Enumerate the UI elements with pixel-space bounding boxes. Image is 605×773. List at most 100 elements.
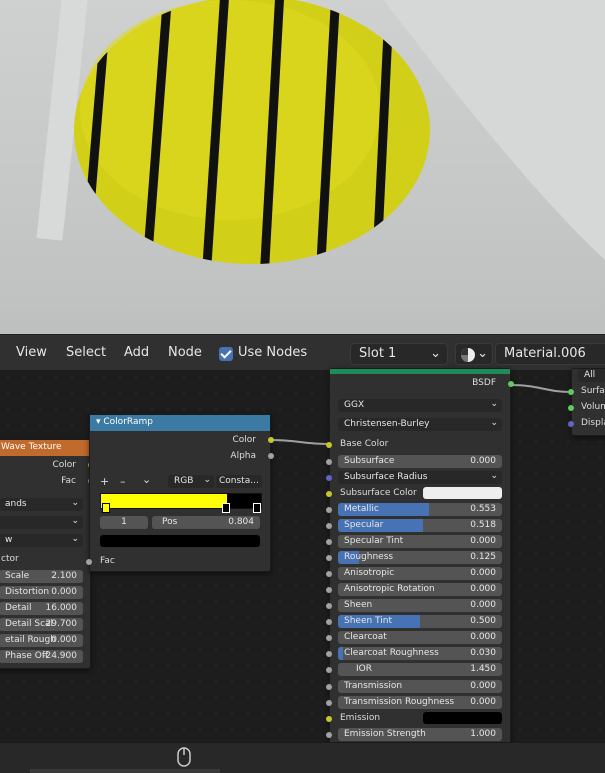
colorramp-alpha-socket[interactable]: [268, 453, 274, 459]
bsdf-value-field[interactable]: Clearcoat Roughness 0.030: [338, 647, 502, 660]
wave-profile-dropdown[interactable]: w ⌄: [0, 534, 83, 547]
row-value: 0.000: [470, 536, 496, 546]
bsdf-value-field[interactable]: Specular 0.518: [338, 519, 502, 532]
bsdf-value-field[interactable]: Sheen 0.000: [338, 599, 502, 612]
wave-type-dropdown[interactable]: ands ⌄: [0, 498, 83, 511]
bsdf-input-socket[interactable]: [326, 619, 332, 625]
color-ramp-bar[interactable]: [100, 493, 262, 509]
bsdf-value-field[interactable]: Sheen Tint 0.500: [338, 615, 502, 628]
bsdf-node-header: [330, 369, 510, 374]
bsdf-input-socket[interactable]: [326, 523, 332, 529]
menu-select[interactable]: Select: [66, 345, 106, 360]
colorramp-fac-socket[interactable]: [86, 559, 92, 565]
bsdf-value-field[interactable]: Clearcoat 0.000: [338, 631, 502, 644]
stop-index-field[interactable]: 1: [100, 516, 148, 529]
bsdf-value-field[interactable]: Specular Tint 0.000: [338, 535, 502, 548]
bsdf-input-socket[interactable]: [326, 587, 332, 593]
output-volume-socket[interactable]: [568, 405, 574, 411]
wave-type-value: ands: [5, 499, 27, 509]
bsdf-value-field[interactable]: Anisotropic Rotation 0.000: [338, 583, 502, 596]
wave-distortion-field[interactable]: Distortion 0.000: [0, 586, 83, 599]
bsdf-input-socket[interactable]: [326, 732, 332, 738]
material-name-field[interactable]: Material.006: [495, 343, 605, 365]
bsdf-input-socket[interactable]: [326, 539, 332, 545]
color-swatch[interactable]: [423, 487, 502, 499]
pos-label: Pos: [162, 517, 178, 527]
wave-vector-label: ctor: [1, 554, 19, 564]
row-label: Transmission Roughness: [344, 697, 455, 707]
bsdf-value-field[interactable]: Metallic 0.553: [338, 503, 502, 516]
link-bsdf-to-output: [509, 384, 573, 393]
interpolation-dropdown[interactable]: Consta...: [216, 475, 262, 488]
wave-detail-roughness-field[interactable]: etail Rough 0.000: [0, 634, 83, 647]
bsdf-input-socket[interactable]: [326, 651, 332, 657]
bsdf-value-field[interactable]: Anisotropic 0.000: [338, 567, 502, 580]
ramp-stop-1[interactable]: [222, 503, 230, 513]
color-mode-dropdown[interactable]: RGB ⌄: [168, 475, 214, 488]
bsdf-output-socket[interactable]: [508, 381, 514, 387]
ramp-stop-2[interactable]: [253, 503, 261, 513]
wave-output-color: Color: [52, 460, 77, 470]
material-browse-button[interactable]: ⌄: [455, 343, 493, 365]
stop-position-field[interactable]: Pos 0.804: [152, 516, 260, 529]
bsdf-value-field[interactable]: Emission Strength 1.000: [338, 728, 502, 741]
wave-detail-field[interactable]: Detail 16.000: [0, 602, 83, 615]
wave-output-fac: Fac: [61, 476, 76, 486]
use-nodes-label: Use Nodes: [238, 345, 308, 360]
colorramp-input-fac: Fac: [100, 556, 115, 566]
chevron-down-icon: ⌄: [71, 516, 79, 526]
subsurface-radius-dropdown[interactable]: Subsurface Radius ⌄: [338, 471, 502, 484]
slot-dropdown[interactable]: Slot 1 ⌄: [350, 343, 448, 365]
menu-node[interactable]: Node: [168, 345, 202, 360]
bsdf-input-socket[interactable]: [326, 571, 332, 577]
bsdf-input-socket[interactable]: [326, 475, 332, 481]
bsdf-value-field[interactable]: Roughness 0.125: [338, 551, 502, 564]
bsdf-input-socket[interactable]: [326, 459, 332, 465]
row-label: Transmission: [344, 681, 403, 691]
bsdf-value-field[interactable]: IOR 1.450: [338, 663, 502, 676]
bsdf-input-socket[interactable]: [326, 491, 332, 497]
wave-scale-field[interactable]: Scale 2.100: [0, 570, 83, 583]
wave-phase-offset-field[interactable]: Phase Off -24.900: [0, 650, 83, 663]
ramp-stop-0[interactable]: [102, 503, 110, 513]
row-label: Emission Strength: [344, 729, 426, 739]
add-stop-button[interactable]: +: [100, 475, 109, 488]
base-color-label: Base Color: [340, 439, 389, 449]
bsdf-value-field[interactable]: Subsurface 0.000: [338, 455, 502, 468]
bsdf-input-socket[interactable]: [326, 684, 332, 690]
colorramp-color-socket[interactable]: [268, 437, 274, 443]
bsdf-value-field[interactable]: Transmission Roughness 0.000: [338, 696, 502, 709]
chevron-down-icon: ⌄: [490, 471, 498, 481]
bsdf-input-socket[interactable]: [326, 700, 332, 706]
row-value: 0.000: [470, 632, 496, 642]
bsdf-input-socket[interactable]: [326, 667, 332, 673]
node-editor-canvas[interactable]: Wave Texture Color Fac ands ⌄ ⌄ w ⌄ ctor S…: [0, 368, 605, 746]
output-surface-socket[interactable]: [568, 389, 574, 395]
bsdf-input-socket[interactable]: [326, 635, 332, 641]
chevron-down-icon: ⌄: [430, 346, 441, 361]
menu-add[interactable]: Add: [124, 345, 149, 360]
stop-color-swatch[interactable]: [100, 535, 260, 547]
material-output-node[interactable]: All Surface Volume Displa: [568, 368, 605, 436]
remove-stop-button[interactable]: –: [120, 475, 126, 488]
3d-viewport[interactable]: [0, 0, 605, 334]
wave-direction-dropdown[interactable]: ⌄: [0, 516, 83, 529]
bsdf-input-socket[interactable]: [326, 716, 332, 722]
bsdf-input-socket[interactable]: [326, 603, 332, 609]
distribution-dropdown[interactable]: GGX ⌄: [338, 399, 502, 412]
wave-detail-scale-field[interactable]: Detail Scal 29.700: [0, 618, 83, 631]
bsdf-input-socket[interactable]: [326, 555, 332, 561]
colorramp-node[interactable]: ▾ ColorRamp Color Alpha + – ⌄ RGB ⌄ Const…: [86, 414, 274, 572]
bsdf-input-socket[interactable]: [326, 507, 332, 513]
principled-bsdf-node[interactable]: BSDF GGX ⌄ Christensen-Burley ⌄ Base Color…: [326, 368, 514, 746]
output-displacement-socket[interactable]: [568, 421, 574, 427]
base-color-socket[interactable]: [326, 442, 332, 448]
use-nodes-checkbox[interactable]: [219, 347, 233, 361]
bsdf-value-field[interactable]: Transmission 0.000: [338, 680, 502, 693]
output-target-dropdown[interactable]: All: [578, 369, 605, 382]
wave-texture-node[interactable]: Wave Texture Color Fac ands ⌄ ⌄ w ⌄ ctor S…: [0, 439, 94, 669]
color-swatch[interactable]: [423, 712, 502, 724]
ramp-menu-button[interactable]: ⌄: [142, 473, 151, 486]
subsurface-method-dropdown[interactable]: Christensen-Burley ⌄: [338, 418, 502, 431]
menu-view[interactable]: View: [16, 345, 47, 360]
